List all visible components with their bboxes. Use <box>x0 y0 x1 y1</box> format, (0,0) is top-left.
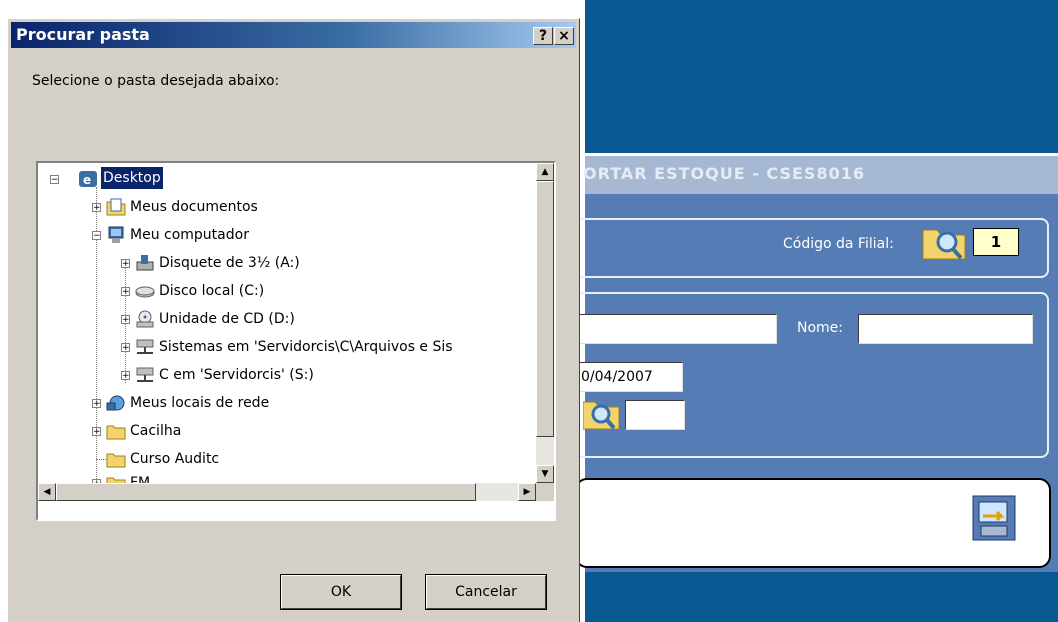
collapse-toggle[interactable]: − <box>50 175 59 185</box>
nome-label: Nome: <box>797 320 844 336</box>
dialog-title: Procurar pasta <box>16 25 150 44</box>
app-title: ORTAR ESTOQUE - CSES8016 <box>583 164 865 183</box>
expand-toggle[interactable]: + <box>92 399 101 409</box>
tree-item-disk-c[interactable]: + Disco local (C:) <box>38 279 536 303</box>
scroll-down-button[interactable]: ▼ <box>536 465 554 483</box>
floppy-icon <box>136 255 154 271</box>
help-button[interactable]: ? <box>533 27 553 45</box>
background-app-window: ORTAR ESTOQUE - CSES8016 Código da Filia… <box>575 0 1058 622</box>
codigo-filial-field[interactable]: 1 <box>973 228 1019 256</box>
collapse-toggle[interactable]: − <box>92 231 101 241</box>
expand-toggle[interactable]: + <box>121 259 130 269</box>
code-input[interactable] <box>575 314 777 344</box>
expand-toggle[interactable]: + <box>92 427 101 437</box>
tree-item-network-sistemas[interactable]: + Sistemas em 'Servidorcis\C\Arquivos e … <box>38 335 536 359</box>
svg-text:e: e <box>83 173 91 187</box>
tree-item-label: Disco local (C:) <box>159 283 265 299</box>
scroll-left-button[interactable]: ◀ <box>38 483 56 501</box>
folder-icon <box>106 477 126 483</box>
horizontal-scroll-thumb[interactable] <box>56 483 476 501</box>
close-button[interactable]: × <box>554 27 574 45</box>
tree-item-network-s[interactable]: + C em 'Servidorcis' (S:) <box>38 363 536 387</box>
tree-item-fm[interactable]: + FM <box>38 471 536 483</box>
expand-toggle[interactable]: + <box>121 343 130 353</box>
tree-item-label: Meus locais de rede <box>130 395 270 411</box>
nome-input[interactable] <box>858 314 1033 344</box>
tree-item-label: FM <box>130 475 151 483</box>
vertical-scroll-thumb[interactable] <box>536 181 554 437</box>
tree-item-network-places[interactable]: + Meus locais de rede <box>38 391 536 415</box>
search-folder-icon[interactable] <box>921 220 969 262</box>
tree-item-label: Disquete de 3½ (A:) <box>159 255 300 271</box>
app-footer-area <box>585 572 1058 622</box>
tree-item-desktop[interactable]: − e Desktop <box>38 167 536 191</box>
export-computer-icon[interactable] <box>971 494 1019 544</box>
vertical-scrollbar[interactable]: ▲ ▼ <box>536 163 554 483</box>
tree-item-floppy[interactable]: + Disquete de 3½ (A:) <box>38 251 536 275</box>
computer-icon <box>108 226 124 243</box>
action-panel <box>575 478 1051 568</box>
cancel-button[interactable]: Cancelar <box>425 574 547 610</box>
cd-drive-icon <box>136 310 154 328</box>
app-body: Código da Filial: 1 Nome: 0/04/2007 <box>575 194 1058 572</box>
tree-item-label: Curso Auditc <box>130 451 220 467</box>
small-input[interactable] <box>625 400 685 430</box>
network-drive-icon <box>136 367 154 382</box>
folder-icon <box>106 453 126 468</box>
tree-connector <box>96 459 106 460</box>
tree-item-documents[interactable]: + Meus documentos <box>38 195 536 219</box>
expand-toggle[interactable]: + <box>121 287 130 297</box>
tree-item-label: Sistemas em 'Servidorcis\C\Arquivos e Si… <box>159 339 453 355</box>
folder-tree[interactable]: − e Desktop + Meus documentos − Meu comp… <box>36 161 556 521</box>
scrollbar-corner <box>536 483 554 501</box>
folder-tree-viewport: − e Desktop + Meus documentos − Meu comp… <box>38 163 536 483</box>
tree-item-cacilha[interactable]: + Cacilha <box>38 419 536 443</box>
tree-item-label: Meus documentos <box>130 199 258 215</box>
network-drive-icon <box>136 339 154 354</box>
ok-button[interactable]: OK <box>280 574 402 610</box>
app-title-bar: ORTAR ESTOQUE - CSES8016 <box>583 156 1058 194</box>
search-folder-icon-2[interactable] <box>583 394 623 434</box>
documents-icon <box>106 198 126 216</box>
codigo-filial-label: Código da Filial: <box>783 236 894 252</box>
dialog-title-bar: Procurar pasta ? × <box>11 22 576 48</box>
scroll-right-button[interactable]: ▶ <box>518 483 536 501</box>
tree-item-label: Meu computador <box>130 227 249 243</box>
app-header-area <box>585 0 1058 153</box>
browse-folder-dialog: Procurar pasta ? × Selecione o pasta des… <box>7 18 580 622</box>
dialog-prompt: Selecione o pasta desejada abaixo: <box>32 73 280 89</box>
expand-toggle[interactable]: + <box>121 315 130 325</box>
network-places-icon <box>106 395 125 411</box>
date-input[interactable]: 0/04/2007 <box>577 362 683 392</box>
tree-item-computer[interactable]: − Meu computador <box>38 223 536 247</box>
expand-toggle[interactable]: + <box>121 371 130 381</box>
tree-item-curso-auditc[interactable]: Curso Auditc <box>38 447 536 471</box>
folder-icon <box>106 425 126 440</box>
expand-toggle[interactable]: + <box>92 203 101 213</box>
harddisk-icon <box>135 286 155 298</box>
tree-item-label: Desktop <box>101 167 163 189</box>
desktop-icon: e <box>79 171 97 187</box>
tree-item-cd-d[interactable]: + Unidade de CD (D:) <box>38 307 536 331</box>
tree-item-label: Cacilha <box>130 423 182 439</box>
tree-item-label: C em 'Servidorcis' (S:) <box>159 367 314 383</box>
scroll-up-button[interactable]: ▲ <box>536 163 554 181</box>
horizontal-scrollbar[interactable]: ◀ ▶ <box>38 483 536 501</box>
tree-item-label: Unidade de CD (D:) <box>159 311 295 327</box>
